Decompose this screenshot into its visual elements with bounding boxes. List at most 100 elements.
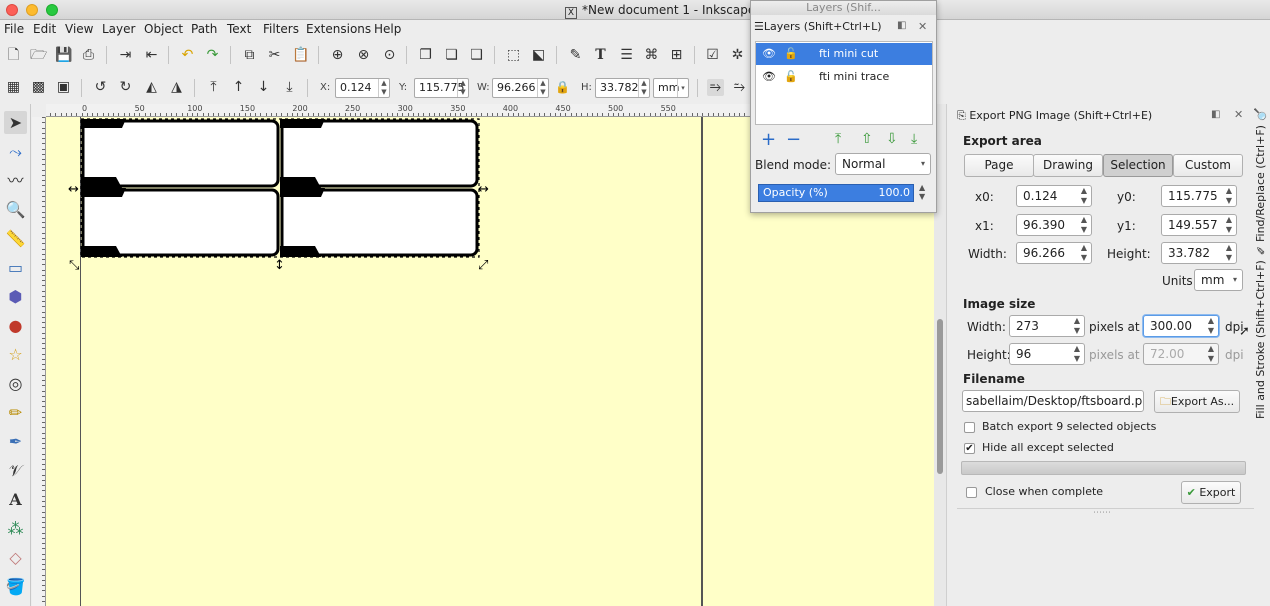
print-icon[interactable]: ⎙ [80, 47, 97, 64]
spin-arrows-icon[interactable]: ▲ ▼ [1070, 344, 1084, 364]
image-height-input[interactable]: 96 ▲ ▼ [1009, 343, 1085, 365]
cut-icon[interactable]: ✂ [266, 47, 283, 64]
zoom-drawing-icon[interactable]: ⊗ [355, 47, 372, 64]
spin-arrows-icon[interactable]: ▲ ▼ [1077, 215, 1091, 235]
w-input[interactable]: 96.266 ▲ ▼ [492, 78, 549, 98]
save-icon[interactable]: 💾 [55, 47, 72, 64]
y1-input[interactable]: 149.557 ▲ ▼ [1161, 214, 1237, 236]
text-tool-icon[interactable]: A [4, 488, 27, 511]
node-tool-icon[interactable]: ⤳ [4, 140, 27, 163]
align-distribute-icon[interactable]: ⊞ [668, 47, 685, 64]
menu-edit[interactable]: Edit [33, 22, 56, 36]
x0-input[interactable]: 0.124 ▲ ▼ [1016, 185, 1092, 207]
lower-layer-icon[interactable]: ⇩ [886, 131, 898, 147]
xml-editor-icon[interactable]: ⌘ [643, 47, 660, 64]
undo-icon[interactable]: ↶ [179, 47, 196, 64]
image-width-input[interactable]: 273 ▲ ▼ [1009, 315, 1085, 337]
select-all-icon[interactable]: ▦ [5, 79, 22, 96]
text-font-icon[interactable]: T [592, 47, 609, 64]
area-width-input[interactable]: 96.266 ▲ ▼ [1016, 242, 1092, 264]
zoom-window-button[interactable] [46, 4, 58, 16]
close-when-complete-checkbox[interactable] [966, 487, 977, 498]
y0-input[interactable]: 115.775 ▲ ▼ [1161, 185, 1237, 207]
raise-layer-icon[interactable]: ⇧ [861, 131, 873, 147]
area-custom-button[interactable]: Custom [1173, 154, 1243, 177]
dock-icon[interactable]: ◧ [897, 20, 906, 31]
import-icon[interactable]: ⇥ [117, 47, 134, 64]
hide-all-checkbox[interactable]: ✔ [964, 443, 975, 454]
close-panel-icon[interactable]: ✕ [918, 20, 927, 33]
menu-object[interactable]: Object [144, 22, 183, 36]
layers-window-titlebar[interactable]: Layers (Shif... [751, 1, 936, 15]
spin-arrows-icon[interactable]: ▲ ▼ [378, 79, 389, 97]
spin-arrows-icon[interactable]: ▲ ▼ [1077, 243, 1091, 263]
units-select[interactable]: mm ▾ [1194, 269, 1243, 291]
close-panel-icon[interactable]: ✕ [1234, 108, 1243, 121]
tweak-tool-icon[interactable]: 〰 [4, 169, 27, 192]
redo-icon[interactable]: ↷ [204, 47, 221, 64]
spin-arrows-icon[interactable]: ▲ ▼ [1222, 186, 1236, 206]
export-button[interactable]: ✔ Export [1181, 481, 1241, 504]
spin-arrows-icon[interactable]: ▲ ▼ [1077, 186, 1091, 206]
measure-tool-icon[interactable]: 📏 [4, 227, 27, 250]
lower-to-bottom-icon[interactable]: ⤓ [281, 79, 298, 96]
document-properties-icon[interactable]: ☑ [704, 47, 721, 64]
export-icon[interactable]: ⇤ [143, 47, 160, 64]
area-drawing-button[interactable]: Drawing [1033, 154, 1103, 177]
3d-box-tool-icon[interactable]: ⬢ [4, 285, 27, 308]
add-layer-icon[interactable]: + [761, 129, 776, 150]
lock-icon[interactable]: 🔓 [784, 66, 798, 88]
x1-input[interactable]: 96.390 ▲ ▼ [1016, 214, 1092, 236]
batch-export-checkbox[interactable] [964, 422, 975, 433]
panel-grip-icon[interactable]: ⋯⋯ [1093, 508, 1111, 518]
spin-arrows-icon[interactable]: ▲ ▼ [537, 79, 548, 97]
preferences-icon[interactable]: ✲ [729, 47, 746, 64]
spin-arrows-icon[interactable]: ▲ ▼ [1070, 316, 1084, 336]
unit-select[interactable]: mm ▾ [653, 78, 689, 98]
menu-path[interactable]: Path [191, 22, 217, 36]
zoom-selection-icon[interactable]: ⊕ [329, 47, 346, 64]
menu-view[interactable]: View [65, 22, 93, 36]
star-tool-icon[interactable]: ☆ [4, 343, 27, 366]
selector-tool-icon[interactable]: ➤ [4, 111, 27, 134]
menu-extensions[interactable]: Extensions [306, 22, 371, 36]
zoom-page-icon[interactable]: ⊙ [381, 47, 398, 64]
open-icon[interactable]: 🗁 [30, 47, 47, 64]
ellipse-tool-icon[interactable]: ● [4, 314, 27, 337]
rectangle-tool-icon[interactable]: ▭ [4, 256, 27, 279]
unlink-clone-icon[interactable]: ❑ [468, 47, 485, 64]
area-height-input[interactable]: 33.782 ▲ ▼ [1161, 242, 1237, 264]
group-icon[interactable]: ⬚ [505, 47, 522, 64]
calligraphy-tool-icon[interactable]: 𝒱 [4, 459, 27, 482]
ungroup-icon[interactable]: ⬕ [530, 47, 547, 64]
copy-icon[interactable]: ⧉ [241, 47, 258, 64]
spin-arrows-icon[interactable]: ▲ ▼ [1204, 316, 1218, 336]
export-as-button[interactable]: 🗀Export As... [1154, 390, 1240, 413]
flip-horizontal-icon[interactable]: ◭ [143, 79, 160, 96]
scrollbar-thumb[interactable] [937, 319, 943, 474]
visible-eye-icon[interactable]: 👁 [762, 43, 776, 65]
clone-icon[interactable]: ❏ [443, 47, 460, 64]
spin-arrows-icon[interactable]: ▲ ▼ [919, 183, 925, 201]
raise-layer-to-top-icon[interactable]: ⤒ [835, 131, 841, 147]
opacity-slider[interactable]: Opacity (%) 100.0 [758, 184, 914, 202]
lower-layer-to-bottom-icon[interactable]: ⤓ [911, 131, 917, 147]
lock-ratio-icon[interactable]: 🔒 [554, 79, 571, 96]
select-all-layers-icon[interactable]: ▩ [30, 79, 47, 96]
minimize-window-button[interactable] [26, 4, 38, 16]
dock-icon[interactable]: ◧ [1211, 109, 1220, 120]
rotate-cw-icon[interactable]: ↻ [117, 79, 134, 96]
spin-arrows-icon[interactable]: ▲ ▼ [1222, 243, 1236, 263]
flip-vertical-icon[interactable]: ◮ [168, 79, 185, 96]
lower-icon[interactable]: ↓ [255, 79, 272, 96]
menu-text[interactable]: Text [227, 22, 251, 36]
scale-corners-icon[interactable]: ⥲ [731, 79, 748, 96]
spin-arrows-icon[interactable]: ▲ ▼ [457, 79, 468, 97]
raise-to-top-icon[interactable]: ⤒ [205, 79, 222, 96]
visible-eye-icon[interactable]: 👁 [762, 66, 776, 88]
h-input[interactable]: 33.782 ▲ ▼ [595, 78, 650, 98]
spiral-tool-icon[interactable]: ◎ [4, 372, 27, 395]
blend-mode-select[interactable]: Normal ▾ [835, 153, 931, 175]
tab-find-replace[interactable]: Find/Replace (Ctrl+F) 🔍 [1254, 108, 1270, 243]
rotate-ccw-icon[interactable]: ↺ [92, 79, 109, 96]
